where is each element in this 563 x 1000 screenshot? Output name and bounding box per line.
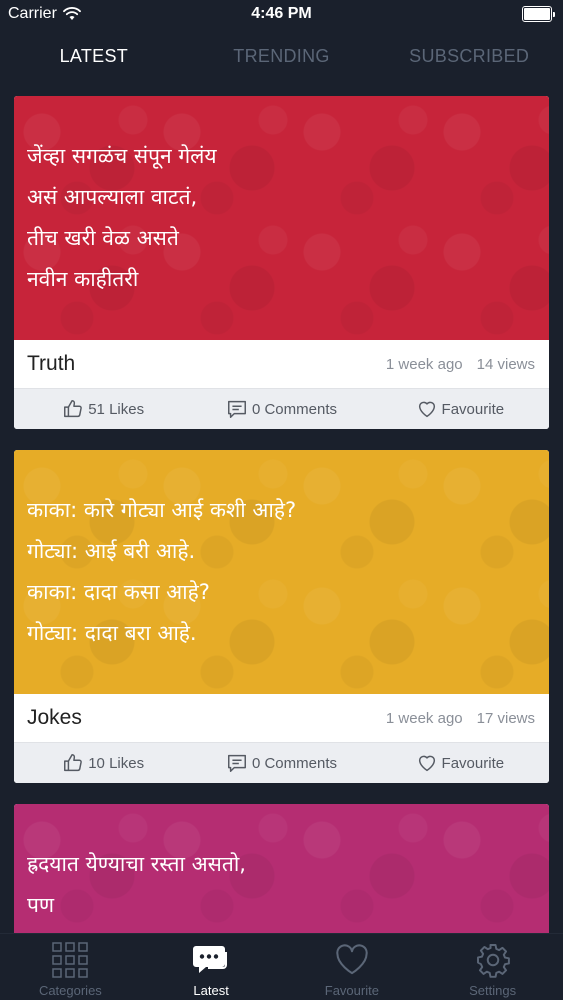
post-views: 17 views	[476, 709, 535, 727]
bottom-tab-bar: Categories Latest Favourite Settings	[0, 933, 563, 1000]
favourite-button[interactable]: Favourite	[371, 752, 549, 774]
like-count: 51 Likes	[88, 400, 145, 418]
post-time: 1 week ago	[385, 355, 463, 373]
post-quote: ह्रदयात येण्याचा रस्ता असतो, पण	[27, 844, 536, 926]
tabbar-label: Settings	[469, 983, 517, 998]
post-image[interactable]: जेंव्हा सगळंच संपून गेलंय असं आपल्याला व…	[14, 96, 549, 340]
tab-trending[interactable]: TRENDING	[188, 30, 376, 82]
post-meta: Truth 1 week ago 14 views	[14, 340, 549, 388]
post-quote: जेंव्हा सगळंच संपून गेलंय असं आपल्याला व…	[27, 136, 536, 300]
gear-icon	[476, 944, 510, 978]
post-actions: 10 Likes 0 Comments Favourite	[14, 742, 549, 783]
top-tabs: LATEST TRENDING SUBSCRIBED	[0, 30, 563, 82]
favourite-button[interactable]: Favourite	[371, 398, 549, 420]
tabbar-latest[interactable]: Latest	[141, 934, 282, 1000]
comment-icon	[227, 400, 246, 418]
comment-icon	[227, 754, 246, 772]
tabbar-label: Categories	[38, 983, 102, 998]
quote-line: नवीन काहीतरी	[27, 267, 139, 291]
thumbs-up-icon	[64, 400, 83, 418]
status-bar: Carrier 4:46 PM	[0, 0, 563, 30]
like-count: 10 Likes	[88, 754, 145, 772]
like-button[interactable]: 10 Likes	[14, 752, 192, 774]
favourite-label: Favourite	[441, 400, 505, 418]
thumbs-up-icon	[64, 754, 83, 772]
quote-line: पण	[27, 893, 55, 917]
post-card: जेंव्हा सगळंच संपून गेलंय असं आपल्याला व…	[14, 96, 549, 429]
tabbar-favourite[interactable]: Favourite	[282, 934, 423, 1000]
quote-line: असं आपल्याला वाटतं,	[27, 185, 198, 209]
chat-icon	[193, 946, 228, 973]
quote-line: गोट्या: आई बरी आहे.	[27, 539, 196, 563]
heart-icon	[336, 944, 368, 975]
comment-count: 0 Comments	[251, 400, 337, 418]
favourite-label: Favourite	[441, 754, 505, 772]
comment-button[interactable]: 0 Comments	[192, 398, 370, 420]
post-quote: काका: कारे गोट्या आई कशी आहे? गोट्या: आई…	[27, 490, 536, 654]
post-image[interactable]: ह्रदयात येण्याचा रस्ता असतो, पण	[14, 804, 549, 934]
comment-count: 0 Comments	[251, 754, 337, 772]
clock: 4:46 PM	[251, 5, 312, 22]
post-category[interactable]: Jokes	[27, 706, 386, 730]
post-card: काका: कारे गोट्या आई कशी आहे? गोट्या: आई…	[14, 450, 549, 783]
heart-icon	[418, 401, 435, 418]
quote-line: ह्रदयात येण्याचा रस्ता असतो,	[27, 852, 246, 876]
post-meta: Jokes 1 week ago 17 views	[14, 694, 549, 742]
tabbar-categories[interactable]: Categories	[0, 934, 141, 1000]
tab-latest[interactable]: LATEST	[0, 30, 188, 82]
tabbar-label: Latest	[193, 983, 229, 998]
battery-icon	[522, 6, 555, 22]
quote-line: जेंव्हा सगळंच संपून गेलंय	[27, 144, 217, 168]
post-actions: 51 Likes 0 Comments Favourite	[14, 388, 549, 429]
comment-button[interactable]: 0 Comments	[192, 752, 370, 774]
tabbar-settings[interactable]: Settings	[422, 934, 563, 1000]
heart-icon	[418, 755, 435, 772]
feed: जेंव्हा सगळंच संपून गेलंय असं आपल्याला व…	[14, 96, 549, 934]
tabbar-label: Favourite	[324, 983, 379, 998]
quote-line: तीच खरी वेळ असते	[27, 226, 179, 250]
post-image[interactable]: काका: कारे गोट्या आई कशी आहे? गोट्या: आई…	[14, 450, 549, 694]
post-category[interactable]: Truth	[27, 352, 386, 376]
quote-line: काका: कारे गोट्या आई कशी आहे?	[27, 498, 297, 522]
like-button[interactable]: 51 Likes	[14, 398, 192, 420]
tab-subscribed[interactable]: SUBSCRIBED	[375, 30, 563, 82]
quote-line: काका: दादा कसा आहे?	[27, 580, 210, 604]
quote-line: गोट्या: दादा बरा आहे.	[27, 621, 197, 645]
post-card: ह्रदयात येण्याचा रस्ता असतो, पण	[14, 804, 549, 934]
post-time: 1 week ago	[385, 709, 463, 727]
grid-icon	[52, 942, 89, 978]
post-views: 14 views	[476, 355, 535, 373]
